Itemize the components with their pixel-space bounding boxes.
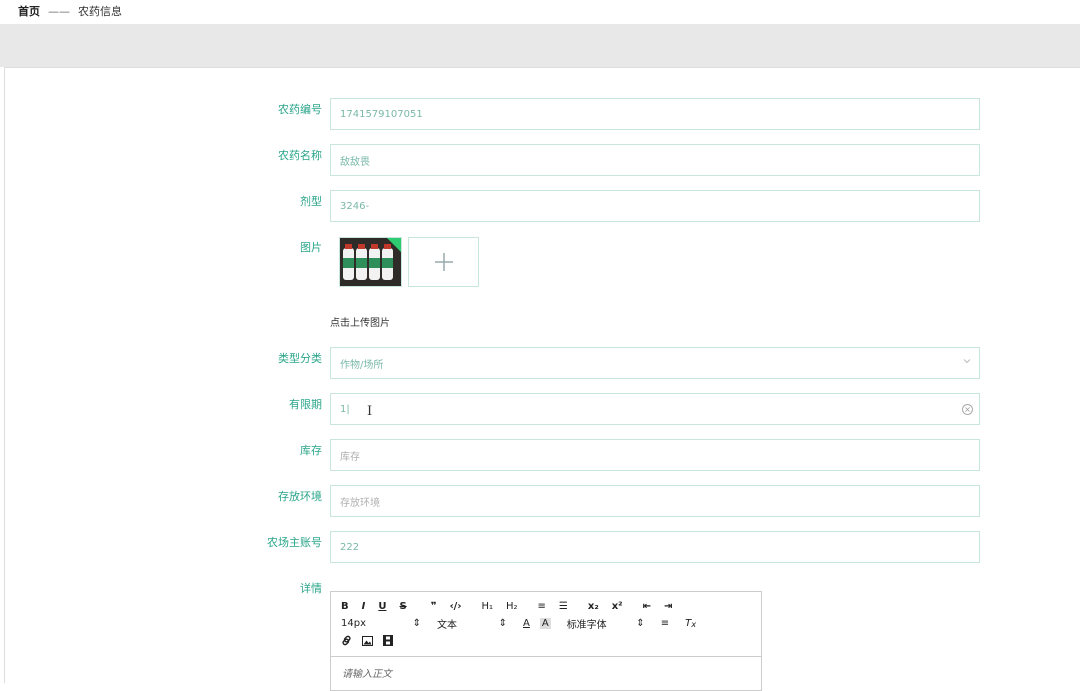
rich-text-editor[interactable]: B I U S ❞ ‹/› H₁ H₂ ≡ ☰ x₂ x² ⇤ ⇥ 14px ⇕… bbox=[330, 591, 762, 691]
name-value: 敌敌畏 bbox=[340, 156, 370, 168]
strike-button[interactable]: S bbox=[399, 601, 406, 612]
owner-account-label: 农场主账号 bbox=[267, 536, 322, 549]
storage-placeholder: 存放环境 bbox=[340, 497, 380, 509]
ordered-list-button[interactable]: ≡ bbox=[538, 601, 546, 612]
validity-value: 1| bbox=[340, 403, 350, 415]
code-field[interactable]: 1741579107051 bbox=[330, 98, 980, 130]
name-field[interactable]: 敌敌畏 bbox=[330, 144, 980, 176]
code-value: 1741579107051 bbox=[340, 108, 423, 120]
stock-label: 库存 bbox=[300, 444, 322, 457]
bullet-list-button[interactable]: ☰ bbox=[559, 601, 568, 612]
image-icon[interactable] bbox=[362, 635, 373, 646]
select-arrows-icon: ⇕ bbox=[498, 618, 507, 629]
breadcrumb-current: 农药信息 bbox=[78, 5, 122, 18]
font-color-icon[interactable]: A bbox=[523, 618, 530, 629]
link-icon[interactable] bbox=[341, 635, 352, 646]
editor-toolbar: B I U S ❞ ‹/› H₁ H₂ ≡ ☰ x₂ x² ⇤ ⇥ 14px ⇕… bbox=[331, 592, 761, 657]
bold-button[interactable]: B bbox=[341, 601, 349, 612]
code-label: 农药编号 bbox=[278, 103, 322, 116]
select-arrows-icon: ⇕ bbox=[636, 618, 645, 629]
validity-field[interactable]: 1| × bbox=[330, 393, 980, 425]
image-label: 图片 bbox=[300, 241, 322, 254]
header-bar bbox=[0, 24, 1080, 67]
font-family-select[interactable]: 标准字体 ⇕ bbox=[567, 616, 645, 631]
details-label: 详情 bbox=[300, 582, 322, 595]
storage-field[interactable]: 存放环境 bbox=[330, 485, 980, 517]
header-select-value: 文本 bbox=[437, 620, 457, 631]
category-placeholder: 作物/场所 bbox=[340, 359, 384, 371]
dosage-form-value: 3246- bbox=[340, 200, 370, 212]
code-block-button[interactable]: ‹/› bbox=[450, 601, 462, 612]
breadcrumb-separator: —— bbox=[48, 4, 70, 18]
subscript-button[interactable]: x₂ bbox=[588, 601, 599, 612]
quote-button[interactable]: ❞ bbox=[431, 601, 437, 612]
stock-placeholder: 库存 bbox=[340, 451, 360, 463]
stock-field[interactable]: 库存 bbox=[330, 439, 980, 471]
h1-button[interactable]: H₁ bbox=[481, 601, 493, 612]
editor-content[interactable]: 请输入正文 bbox=[331, 657, 761, 688]
text-cursor-icon: I bbox=[367, 404, 373, 419]
breadcrumb: 首页 —— 农药信息 bbox=[18, 3, 122, 19]
font-size-select[interactable]: 14px ⇕ bbox=[341, 618, 421, 629]
owner-account-value: 222 bbox=[340, 541, 360, 553]
owner-account-field[interactable]: 222 bbox=[330, 531, 980, 563]
outdent-button[interactable]: ⇤ bbox=[643, 601, 651, 612]
italic-button[interactable]: I bbox=[362, 601, 366, 612]
upload-hint[interactable]: 点击上传图片 bbox=[330, 314, 390, 329]
plus-icon bbox=[434, 253, 453, 271]
font-size-value: 14px bbox=[341, 618, 366, 629]
align-icon[interactable]: ≡ bbox=[661, 618, 669, 629]
breadcrumb-home[interactable]: 首页 bbox=[18, 3, 40, 19]
clear-icon[interactable]: × bbox=[962, 404, 973, 415]
editor-placeholder: 请输入正文 bbox=[342, 669, 392, 680]
category-select[interactable]: 作物/场所 bbox=[330, 347, 980, 379]
add-image-button[interactable] bbox=[408, 237, 479, 287]
h2-button[interactable]: H₂ bbox=[506, 601, 518, 612]
dosage-form-field[interactable]: 3246- bbox=[330, 190, 980, 222]
name-label: 农药名称 bbox=[278, 149, 322, 162]
select-arrows-icon: ⇕ bbox=[412, 618, 421, 629]
uploaded-image-thumbnail[interactable] bbox=[339, 237, 402, 287]
category-label: 类型分类 bbox=[278, 352, 322, 365]
font-family-value: 标准字体 bbox=[566, 620, 607, 631]
pesticide-bottles-image bbox=[340, 238, 401, 286]
chevron-down-icon bbox=[963, 359, 971, 364]
header-select[interactable]: 文本 ⇕ bbox=[437, 616, 507, 631]
dosage-form-label: 剂型 bbox=[300, 195, 322, 208]
underline-button[interactable]: U bbox=[378, 601, 386, 612]
superscript-button[interactable]: x² bbox=[612, 601, 623, 612]
clear-format-icon[interactable]: Tx bbox=[685, 618, 696, 629]
background-color-icon[interactable]: A bbox=[539, 618, 551, 629]
indent-button[interactable]: ⇥ bbox=[664, 601, 672, 612]
video-icon[interactable] bbox=[383, 635, 393, 646]
storage-label: 存放环境 bbox=[278, 490, 322, 503]
validity-label: 有限期 bbox=[289, 398, 322, 411]
